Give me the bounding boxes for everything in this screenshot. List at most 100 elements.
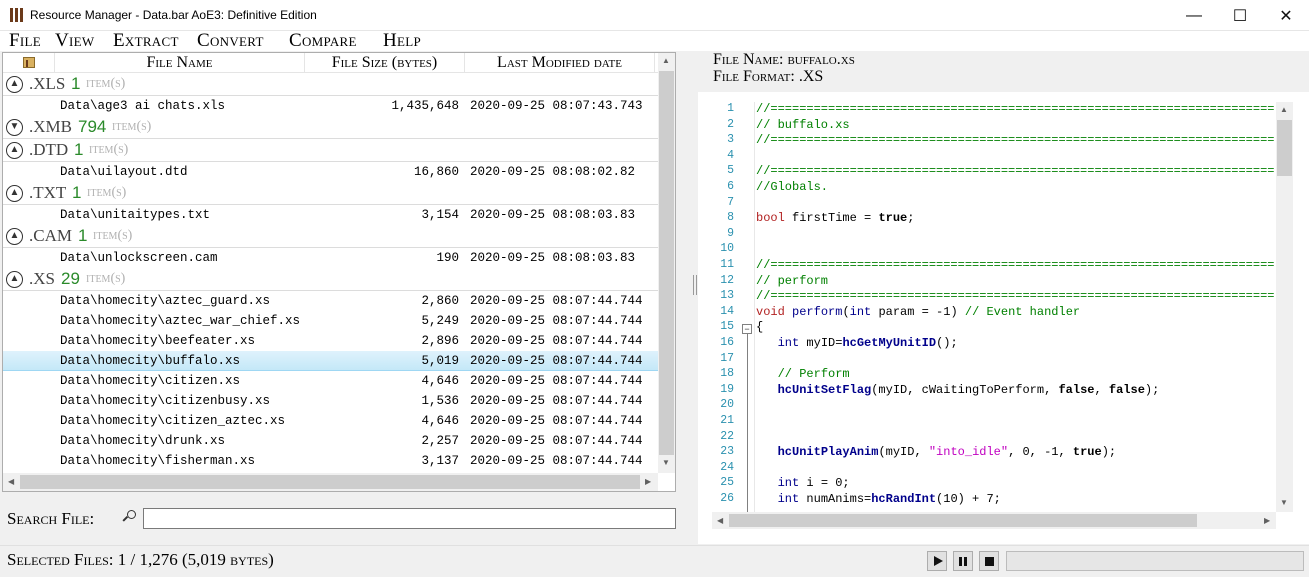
file-list[interactable]: File Name File Size (bytes) Last Modifie… — [2, 52, 676, 492]
group-items-label: item(s) — [86, 271, 126, 286]
header-icon-column[interactable] — [3, 53, 55, 73]
table-row[interactable]: Data\homecity\beefeater.xs 2,896 2020-09-2… — [3, 331, 658, 351]
file-name-cell: Data\homecity\beefeater.xs — [60, 334, 256, 348]
code-editor[interactable]: − 1//===================================… — [712, 102, 1274, 512]
line-number: 20 — [720, 398, 734, 412]
line-number: 1 — [727, 102, 734, 115]
progress-bar — [1006, 551, 1304, 571]
file-list-horizontal-scrollbar[interactable]: ◀ ▶ — [3, 473, 658, 491]
file-size-cell: 3,137 — [421, 454, 459, 468]
file-rows: ▲ .XLS 1 item(s) Data\age3 ai chats.xls 1,435… — [3, 73, 658, 473]
panel-splitter[interactable] — [693, 275, 697, 295]
file-format-info: File Format: .XS — [713, 68, 824, 85]
scroll-right-icon: ▶ — [645, 477, 652, 486]
maximize-button[interactable]: ☐ — [1217, 0, 1263, 31]
code-text: bool firstTime = true; — [756, 211, 914, 225]
minimize-button[interactable]: — — [1171, 0, 1217, 31]
table-row[interactable]: Data\homecity\citizen.xs 4,646 2020-09-25 … — [3, 371, 658, 391]
code-vertical-scrollbar[interactable]: ▲ ▼ — [1276, 102, 1293, 512]
table-row[interactable]: Data\unlockscreen.cam 190 2020-09-25 08:08… — [3, 248, 658, 268]
code-token: // buffalo.xs — [756, 117, 850, 132]
table-row[interactable]: Data\uilayout.dtd 16,860 2020-09-25 08:08:… — [3, 162, 658, 182]
code-viewer[interactable]: − 1//===================================… — [698, 92, 1309, 544]
expand-icon[interactable]: ▼ — [6, 119, 23, 136]
scroll-down-icon: ▼ — [1280, 498, 1288, 507]
collapse-icon[interactable]: ▲ — [6, 76, 23, 93]
menu-extract[interactable]: Extract — [113, 31, 179, 51]
file-date-cell: 2020-09-25 08:07:44.744 — [470, 334, 643, 348]
table-row[interactable]: Data\homecity\buffalo.xs 5,019 2020-09-25 … — [3, 351, 658, 371]
code-token: myID= — [799, 336, 843, 350]
group-row[interactable]: ▲ .XS 29 item(s) — [3, 268, 658, 291]
file-size-cell: 16,860 — [413, 165, 459, 179]
code-line: 12 // perform — [712, 274, 1274, 290]
header-file-size[interactable]: File Size (bytes) — [305, 53, 465, 73]
table-row[interactable]: Data\homecity\citizenbusy.xs 1,536 2020-09… — [3, 391, 658, 411]
table-row[interactable]: Data\homecity\citizen_aztec.xs 4,646 2020-… — [3, 411, 658, 431]
file-list-vertical-scrollbar[interactable]: ▲ ▼ — [658, 53, 675, 473]
scroll-thumb[interactable] — [1277, 120, 1292, 176]
table-row[interactable]: Data\homecity\aztec_guard.xs 2,860 2020-09… — [3, 291, 658, 311]
menu-file[interactable]: File — [9, 31, 41, 51]
scroll-thumb[interactable] — [20, 475, 640, 489]
file-name-cell: Data\homecity\aztec_guard.xs — [60, 294, 271, 308]
search-input[interactable] — [143, 508, 676, 529]
file-date-cell: 2020-09-25 08:07:44.744 — [470, 374, 643, 388]
table-row[interactable]: Data\age3 ai chats.xls 1,435,648 2020-09-2… — [3, 96, 658, 116]
group-extension: .XLS — [29, 74, 66, 93]
code-horizontal-scrollbar[interactable]: ◀ ▶ — [712, 512, 1276, 529]
file-name-cell: Data\homecity\citizenbusy.xs — [60, 394, 271, 408]
code-line: 20 — [712, 398, 1274, 414]
group-count: 794 — [78, 117, 107, 136]
header-file-name[interactable]: File Name — [55, 53, 305, 73]
scroll-up-icon: ▲ — [662, 56, 670, 65]
menu-compare[interactable]: Compare — [289, 31, 357, 51]
play-button[interactable] — [927, 551, 947, 571]
group-row[interactable]: ▲ .CAM 1 item(s) — [3, 225, 658, 248]
stop-button[interactable] — [979, 551, 999, 571]
file-date-cell: 2020-09-25 08:07:44.744 — [470, 414, 643, 428]
file-name-cell: Data\homecity\aztec_war_chief.xs — [60, 314, 301, 328]
code-line: 8 bool firstTime = true; — [712, 211, 1274, 227]
code-token: "into_idle" — [928, 445, 1009, 460]
code-line: 10 — [712, 242, 1274, 258]
line-number: 14 — [720, 304, 734, 318]
table-row[interactable]: Data\unitaitypes.txt 3,154 2020-09-25 08:0… — [3, 205, 658, 225]
code-token: int — [777, 336, 800, 350]
code-text: hcUnitSetFlag(myID, cWaitingToPerform, f… — [756, 383, 1160, 397]
collapse-icon[interactable]: ▲ — [6, 271, 23, 288]
scroll-thumb[interactable] — [729, 514, 1197, 527]
line-number: 22 — [720, 429, 734, 443]
code-token: //======================================… — [756, 258, 1274, 272]
code-text: // buffalo.xs — [756, 118, 850, 132]
line-number: 17 — [720, 351, 734, 365]
menu-view[interactable]: View — [55, 31, 94, 51]
menu-help[interactable]: Help — [383, 31, 421, 51]
scroll-left-icon: ◀ — [717, 516, 724, 525]
table-row[interactable]: Data\homecity\fisherman.xs 3,137 2020-09-2… — [3, 451, 658, 471]
collapse-icon[interactable]: ▲ — [6, 142, 23, 159]
group-row[interactable]: ▲ .TXT 1 item(s) — [3, 182, 658, 205]
file-list-header: File Name File Size (bytes) Last Modifie… — [3, 53, 658, 73]
line-number: 19 — [720, 382, 734, 396]
group-row[interactable]: ▼ .XMB 794 item(s) — [3, 116, 658, 139]
file-size-cell: 5,019 — [421, 354, 459, 368]
code-token: //Globals. — [756, 180, 829, 194]
table-row[interactable]: Data\homecity\aztec_war_chief.xs 5,249 202… — [3, 311, 658, 331]
collapse-icon[interactable]: ▲ — [6, 228, 23, 245]
scroll-thumb[interactable] — [659, 71, 674, 455]
table-row[interactable]: Data\homecity\drunk.xs 2,257 2020-09-25 08… — [3, 431, 658, 451]
code-text: void perform(int param = -1) // Event ha… — [756, 305, 1080, 319]
group-row[interactable]: ▲ .DTD 1 item(s) — [3, 139, 658, 162]
file-size-cell: 4,646 — [421, 414, 459, 428]
pause-button[interactable] — [953, 551, 973, 571]
close-button[interactable]: ✕ — [1263, 0, 1309, 31]
file-size-cell: 5,249 — [421, 314, 459, 328]
file-name-cell: Data\homecity\citizen.xs — [60, 374, 241, 388]
menu-convert[interactable]: Convert — [197, 31, 264, 51]
group-row[interactable]: ▲ .XLS 1 item(s) — [3, 73, 658, 96]
title-bar: Resource Manager - Data.bar AoE3: Defini… — [0, 0, 1309, 31]
collapse-icon[interactable]: ▲ — [6, 185, 23, 202]
header-last-modified[interactable]: Last Modified date — [465, 53, 655, 73]
